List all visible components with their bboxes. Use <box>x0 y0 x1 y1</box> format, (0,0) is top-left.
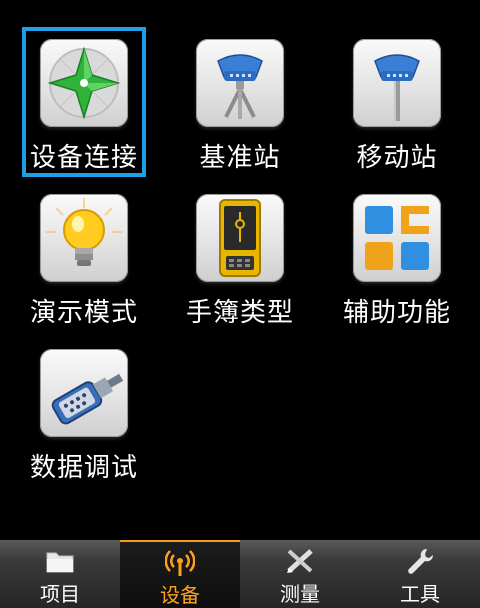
device-connect-tile[interactable]: 设备连接 <box>22 27 146 177</box>
tab-label: 设备 <box>160 583 200 607</box>
base-station-tripod-icon <box>196 39 284 127</box>
base-station-tile[interactable]: 基准站 <box>178 27 302 177</box>
wrench-icon <box>404 546 436 576</box>
demo-mode-tile[interactable]: 演示模式 <box>22 182 146 332</box>
tile-label: 基准站 <box>199 143 281 173</box>
serial-connector-icon <box>40 349 128 437</box>
tile-label: 设备连接 <box>29 143 138 173</box>
folder-icon <box>44 546 76 576</box>
app-grid: 设备连接 基准站 移动站 演示模式 手簿类型 辅助功能 数据调试 <box>0 0 480 540</box>
tab-label: 测量 <box>280 582 320 606</box>
antenna-icon <box>164 548 196 577</box>
tab-tools[interactable]: 工具 <box>360 540 480 608</box>
tab-device[interactable]: 设备 <box>120 540 240 608</box>
tile-label: 移动站 <box>356 143 438 173</box>
tile-label: 辅助功能 <box>342 298 451 328</box>
tab-project[interactable]: 项目 <box>0 540 120 608</box>
compass-icon <box>40 39 128 127</box>
lightbulb-icon <box>40 194 128 282</box>
tile-label: 演示模式 <box>29 298 138 328</box>
auxiliary-functions-tile[interactable]: 辅助功能 <box>335 182 459 332</box>
tab-label: 项目 <box>40 582 80 606</box>
handheld-controller-icon <box>196 194 284 282</box>
handheld-type-tile[interactable]: 手簿类型 <box>178 182 302 332</box>
data-debug-tile[interactable]: 数据调试 <box>22 337 146 487</box>
tiles-icon <box>353 194 441 282</box>
tab-label: 工具 <box>400 582 440 606</box>
survey-pencil-icon <box>284 546 316 576</box>
tile-label: 数据调试 <box>29 453 138 483</box>
tile-label: 手簿类型 <box>185 298 294 328</box>
bottom-tab-bar: 项目 设备 测量 工具 <box>0 540 480 608</box>
rover-station-tile[interactable]: 移动站 <box>335 27 459 177</box>
rover-pole-icon <box>353 39 441 127</box>
tab-survey[interactable]: 测量 <box>240 540 360 608</box>
